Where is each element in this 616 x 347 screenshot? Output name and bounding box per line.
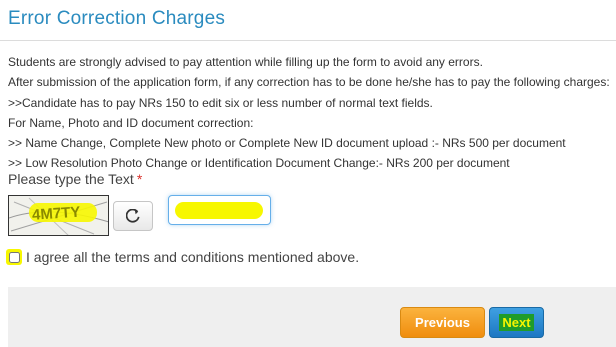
- notes-block: Students are strongly advised to pay att…: [8, 52, 614, 174]
- captcha-label: Please type the Text *: [8, 171, 142, 187]
- agree-checkbox-wrap[interactable]: [6, 249, 22, 265]
- captcha-label-text: Please type the Text: [8, 171, 134, 187]
- page-title: Error Correction Charges: [8, 8, 226, 29]
- note-line: Students are strongly advised to pay att…: [8, 55, 483, 69]
- agree-checkbox[interactable]: [8, 251, 20, 263]
- captcha-graphic: 4M7TY: [9, 196, 108, 235]
- note-line: For Name, Photo and ID document correcti…: [8, 115, 254, 130]
- note-line: >>Candidate has to pay NRs 150 to edit s…: [8, 95, 433, 110]
- required-mark: *: [136, 171, 143, 187]
- next-button[interactable]: Next: [489, 307, 544, 338]
- refresh-icon: [126, 209, 140, 223]
- captcha-image: 4M7TY: [8, 195, 109, 236]
- agree-row: I agree all the terms and conditions men…: [6, 249, 359, 265]
- note-line: After submission of the application form…: [8, 75, 610, 90]
- next-label: Next: [499, 314, 534, 331]
- note-line: >> Name Change, Complete New photo or Co…: [8, 136, 566, 151]
- captcha-refresh-button[interactable]: [113, 201, 153, 231]
- agree-label: I agree all the terms and conditions men…: [26, 249, 360, 265]
- previous-button[interactable]: Previous: [400, 307, 485, 338]
- title-divider: [0, 40, 616, 41]
- captcha-input[interactable]: [168, 195, 271, 225]
- captcha-text: 4M7TY: [32, 204, 81, 224]
